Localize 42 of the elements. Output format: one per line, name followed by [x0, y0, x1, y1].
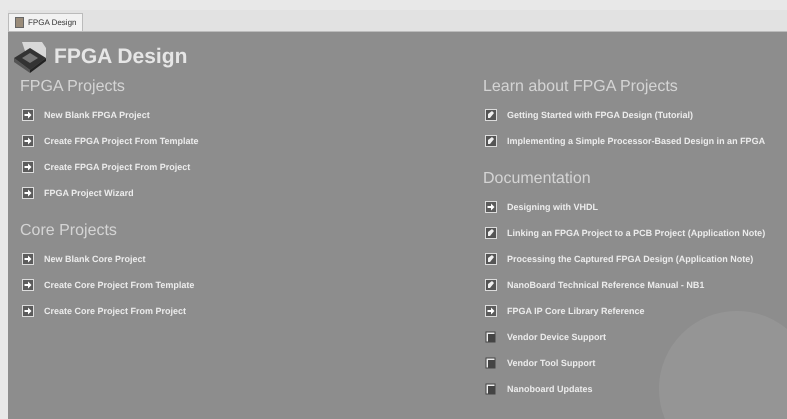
link[interactable]: Vendor Device Support — [507, 332, 606, 342]
arrow-icon — [22, 109, 34, 121]
chip-book-icon — [12, 40, 48, 74]
arrow-icon — [485, 201, 497, 213]
link[interactable]: FPGA Project Wizard — [44, 188, 134, 198]
link[interactable]: Nanoboard Updates — [507, 384, 593, 394]
link[interactable]: Linking an FPGA Project to a PCB Project (Application Note) — [507, 228, 766, 238]
link[interactable]: FPGA IP Core Library Reference — [507, 306, 645, 316]
document-icon — [485, 227, 497, 239]
section-heading: Core Projects — [20, 222, 118, 240]
link[interactable]: New Blank FPGA Project — [44, 110, 150, 120]
section-heading: FPGA Projects — [20, 78, 126, 96]
link[interactable]: Designing with VHDL — [507, 202, 598, 212]
page-icon — [15, 17, 24, 28]
arrow-icon — [485, 305, 497, 317]
link[interactable]: Implementing a Simple Processor-Based Design in an FPGA — [507, 136, 766, 146]
link[interactable]: Getting Started with FPGA Design (Tutorial) — [507, 110, 693, 120]
link[interactable]: Create FPGA Project From Template — [44, 136, 199, 146]
link[interactable]: Vendor Tool Support — [507, 358, 596, 368]
page-icon — [485, 383, 497, 395]
arrow-icon — [22, 161, 34, 173]
section-heading: Learn about FPGA Projects — [483, 78, 679, 96]
page-icon — [485, 331, 497, 343]
link[interactable]: Create Core Project From Project — [44, 306, 186, 316]
link[interactable]: New Blank Core Project — [44, 254, 146, 264]
link[interactable]: Create FPGA Project From Project — [44, 162, 190, 172]
document-tab[interactable]: FPGA Design — [8, 13, 84, 31]
link[interactable]: Create Core Project From Template — [44, 280, 194, 290]
arrow-icon — [22, 305, 34, 317]
document-icon — [485, 253, 497, 265]
arrow-icon — [22, 279, 34, 291]
link[interactable]: Processing the Captured FPGA Design (Application Note) — [507, 254, 754, 264]
arrow-icon — [22, 253, 34, 265]
arrow-icon — [22, 135, 34, 147]
page-icon — [485, 357, 497, 369]
document-icon — [485, 279, 497, 291]
section-heading: Documentation — [483, 170, 592, 188]
link[interactable]: NanoBoard Technical Reference Manual - NB1 — [507, 280, 704, 290]
page-title: FPGA Design — [54, 45, 188, 69]
document-icon — [485, 109, 497, 121]
arrow-icon — [22, 187, 34, 199]
document-icon — [485, 135, 497, 147]
